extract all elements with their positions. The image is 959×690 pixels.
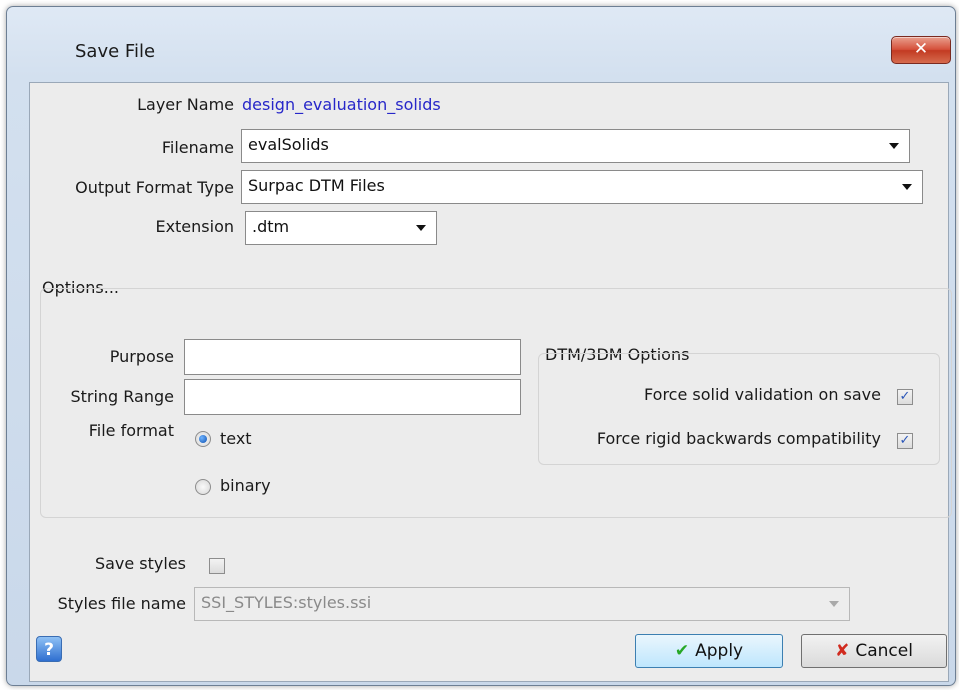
styles-file-name-combo: SSI_STYLES:styles.ssi bbox=[194, 587, 850, 621]
help-button[interactable]: ? bbox=[36, 636, 62, 662]
styles-file-name-label: Styles file name bbox=[57, 594, 186, 613]
cancel-icon: ✘ bbox=[835, 641, 850, 661]
save-styles-label: Save styles bbox=[94, 554, 186, 573]
layer-name-label: Layer Name bbox=[137, 95, 234, 114]
cancel-label: Cancel bbox=[855, 641, 913, 661]
radio-text[interactable] bbox=[195, 431, 211, 447]
extension-value: .dtm bbox=[252, 217, 290, 236]
output-format-value: Surpac DTM Files bbox=[248, 176, 385, 195]
string-range-label: String Range bbox=[70, 387, 174, 406]
close-icon: ✕ bbox=[913, 39, 929, 59]
dialog-body: Layer Name design_evaluation_solids File… bbox=[29, 82, 952, 682]
check-icon: ✓ bbox=[899, 433, 911, 448]
checkmark-icon: ✔ bbox=[674, 641, 690, 661]
save-file-dialog: Save File ✕ Layer Name design_evaluation… bbox=[6, 6, 956, 686]
extension-select[interactable]: .dtm bbox=[245, 211, 437, 245]
filename-label: Filename bbox=[161, 138, 234, 157]
dtm-options-group bbox=[538, 353, 940, 465]
check-icon: ✓ bbox=[899, 389, 911, 404]
force-backwards-label: Force rigid backwards compatibility bbox=[596, 429, 881, 448]
string-range-input[interactable] bbox=[184, 379, 521, 415]
close-button[interactable]: ✕ bbox=[891, 36, 951, 64]
extension-label: Extension bbox=[155, 217, 234, 236]
force-validation-checkbox[interactable]: ✓ bbox=[897, 389, 913, 405]
chevron-down-icon[interactable] bbox=[902, 184, 912, 190]
apply-button[interactable]: ✔ Apply bbox=[635, 634, 783, 668]
file-format-label: File format bbox=[88, 421, 174, 440]
radio-text-label: text bbox=[220, 429, 252, 448]
filename-value: evalSolids bbox=[248, 135, 329, 154]
chevron-down-icon[interactable] bbox=[416, 225, 426, 231]
output-format-label: Output Format Type bbox=[75, 178, 234, 197]
save-styles-checkbox[interactable] bbox=[209, 558, 225, 574]
layer-name-value: design_evaluation_solids bbox=[242, 95, 441, 114]
radio-binary[interactable] bbox=[195, 479, 211, 495]
purpose-label: Purpose bbox=[109, 347, 174, 366]
force-backwards-checkbox[interactable]: ✓ bbox=[897, 433, 913, 449]
radio-binary-label: binary bbox=[220, 476, 271, 495]
output-format-select[interactable]: Surpac DTM Files bbox=[241, 170, 923, 204]
filename-combo[interactable]: evalSolids bbox=[241, 129, 910, 163]
help-icon: ? bbox=[44, 640, 54, 660]
force-validation-label: Force solid validation on save bbox=[644, 385, 881, 404]
apply-label: Apply bbox=[695, 641, 744, 661]
dialog-title: Save File bbox=[75, 41, 156, 62]
styles-file-name-value: SSI_STYLES:styles.ssi bbox=[201, 593, 372, 612]
chevron-down-icon bbox=[829, 601, 839, 607]
chevron-down-icon[interactable] bbox=[889, 143, 899, 149]
cancel-button[interactable]: ✘ Cancel bbox=[801, 634, 947, 668]
purpose-input[interactable] bbox=[184, 339, 521, 375]
